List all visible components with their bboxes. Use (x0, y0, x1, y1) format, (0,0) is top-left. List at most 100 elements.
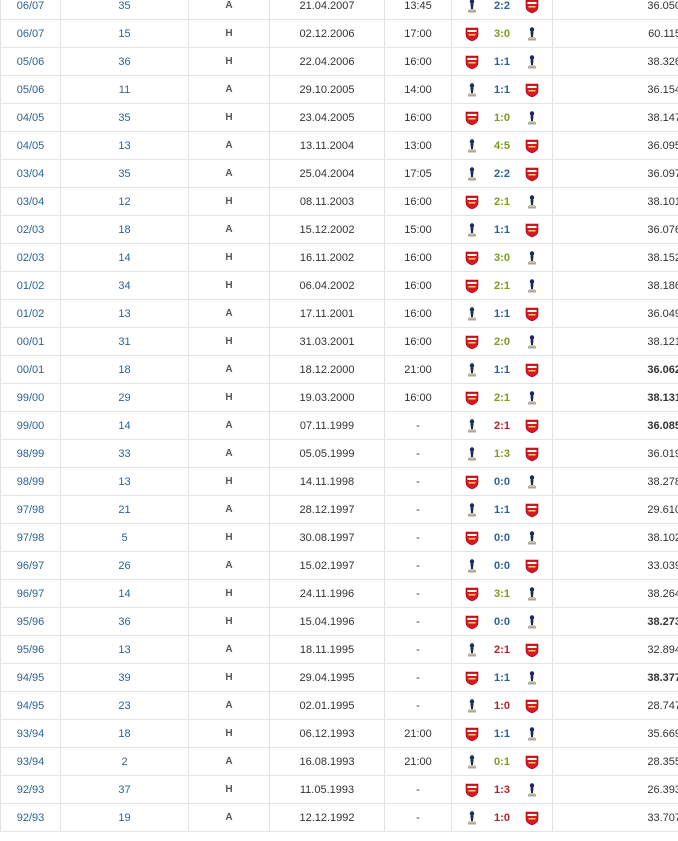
arsenal-crest-icon[interactable] (524, 502, 540, 518)
arsenal-crest-icon[interactable] (464, 782, 480, 798)
season-link[interactable]: 06/07 (0, 19, 61, 48)
arsenal-crest-icon[interactable] (464, 586, 480, 602)
score-link[interactable]: 2:1 (480, 644, 524, 656)
season-link[interactable]: 00/01 (0, 327, 61, 356)
round-link[interactable]: 36 (60, 607, 189, 636)
round-link[interactable]: 11 (60, 75, 189, 104)
arsenal-crest-icon[interactable] (524, 754, 540, 770)
round-link[interactable]: 13 (60, 635, 189, 664)
score-link[interactable]: 3:0 (480, 252, 524, 264)
season-link[interactable]: 98/99 (0, 439, 61, 468)
tottenham-crest-icon[interactable] (464, 698, 480, 714)
score-link[interactable]: 1:1 (480, 364, 524, 376)
score-link[interactable]: 1:1 (480, 56, 524, 68)
tottenham-crest-icon[interactable] (524, 194, 540, 210)
tottenham-crest-icon[interactable] (524, 250, 540, 266)
tottenham-crest-icon[interactable] (524, 390, 540, 406)
tottenham-crest-icon[interactable] (524, 474, 540, 490)
tottenham-crest-icon[interactable] (464, 502, 480, 518)
round-link[interactable]: 13 (60, 467, 189, 496)
season-link[interactable]: 05/06 (0, 47, 61, 76)
tottenham-crest-icon[interactable] (464, 138, 480, 154)
tottenham-crest-icon[interactable] (524, 278, 540, 294)
tottenham-crest-icon[interactable] (464, 754, 480, 770)
arsenal-crest-icon[interactable] (464, 194, 480, 210)
season-link[interactable]: 97/98 (0, 495, 61, 524)
round-link[interactable]: 14 (60, 411, 189, 440)
season-link[interactable]: 06/07 (0, 0, 61, 20)
tottenham-crest-icon[interactable] (524, 530, 540, 546)
score-link[interactable]: 1:1 (480, 672, 524, 684)
round-link[interactable]: 35 (60, 0, 189, 20)
season-link[interactable]: 05/06 (0, 75, 61, 104)
score-link[interactable]: 1:0 (480, 700, 524, 712)
round-link[interactable]: 18 (60, 355, 189, 384)
arsenal-crest-icon[interactable] (464, 54, 480, 70)
arsenal-crest-icon[interactable] (524, 698, 540, 714)
tottenham-crest-icon[interactable] (524, 334, 540, 350)
season-link[interactable]: 04/05 (0, 103, 61, 132)
arsenal-crest-icon[interactable] (464, 614, 480, 630)
score-link[interactable]: 0:1 (480, 756, 524, 768)
season-link[interactable]: 95/96 (0, 607, 61, 636)
score-link[interactable]: 0:0 (480, 616, 524, 628)
round-link[interactable]: 29 (60, 383, 189, 412)
score-link[interactable]: 2:1 (480, 420, 524, 432)
round-link[interactable]: 5 (60, 523, 189, 552)
season-link[interactable]: 97/98 (0, 523, 61, 552)
round-link[interactable]: 23 (60, 691, 189, 720)
season-link[interactable]: 94/95 (0, 691, 61, 720)
score-link[interactable]: 2:2 (480, 0, 524, 12)
score-link[interactable]: 2:1 (480, 196, 524, 208)
score-link[interactable]: 2:1 (480, 392, 524, 404)
season-link[interactable]: 02/03 (0, 215, 61, 244)
round-link[interactable]: 31 (60, 327, 189, 356)
season-link[interactable]: 94/95 (0, 663, 61, 692)
arsenal-crest-icon[interactable] (524, 166, 540, 182)
arsenal-crest-icon[interactable] (464, 250, 480, 266)
round-link[interactable]: 18 (60, 719, 189, 748)
season-link[interactable]: 00/01 (0, 355, 61, 384)
tottenham-crest-icon[interactable] (524, 26, 540, 42)
arsenal-crest-icon[interactable] (524, 222, 540, 238)
tottenham-crest-icon[interactable] (464, 810, 480, 826)
arsenal-crest-icon[interactable] (524, 82, 540, 98)
tottenham-crest-icon[interactable] (464, 558, 480, 574)
arsenal-crest-icon[interactable] (524, 810, 540, 826)
season-link[interactable]: 02/03 (0, 243, 61, 272)
score-link[interactable]: 0:0 (480, 476, 524, 488)
arsenal-crest-icon[interactable] (464, 530, 480, 546)
season-link[interactable]: 98/99 (0, 467, 61, 496)
score-link[interactable]: 1:1 (480, 504, 524, 516)
score-link[interactable]: 1:1 (480, 728, 524, 740)
round-link[interactable]: 12 (60, 187, 189, 216)
arsenal-crest-icon[interactable] (464, 474, 480, 490)
tottenham-crest-icon[interactable] (464, 222, 480, 238)
round-link[interactable]: 35 (60, 159, 189, 188)
round-link[interactable]: 2 (60, 747, 189, 776)
tottenham-crest-icon[interactable] (524, 726, 540, 742)
arsenal-crest-icon[interactable] (524, 138, 540, 154)
round-link[interactable]: 18 (60, 215, 189, 244)
season-link[interactable]: 01/02 (0, 271, 61, 300)
season-link[interactable]: 01/02 (0, 299, 61, 328)
season-link[interactable]: 99/00 (0, 383, 61, 412)
round-link[interactable]: 35 (60, 103, 189, 132)
round-link[interactable]: 19 (60, 803, 189, 832)
round-link[interactable]: 13 (60, 299, 189, 328)
score-link[interactable]: 1:1 (480, 84, 524, 96)
tottenham-crest-icon[interactable] (524, 586, 540, 602)
arsenal-crest-icon[interactable] (464, 26, 480, 42)
score-link[interactable]: 4:5 (480, 140, 524, 152)
score-link[interactable]: 0:0 (480, 560, 524, 572)
score-link[interactable]: 3:1 (480, 588, 524, 600)
season-link[interactable]: 92/93 (0, 775, 61, 804)
arsenal-crest-icon[interactable] (464, 390, 480, 406)
round-link[interactable]: 15 (60, 19, 189, 48)
round-link[interactable]: 13 (60, 131, 189, 160)
arsenal-crest-icon[interactable] (464, 334, 480, 350)
arsenal-crest-icon[interactable] (464, 670, 480, 686)
arsenal-crest-icon[interactable] (464, 726, 480, 742)
tottenham-crest-icon[interactable] (464, 642, 480, 658)
arsenal-crest-icon[interactable] (524, 446, 540, 462)
